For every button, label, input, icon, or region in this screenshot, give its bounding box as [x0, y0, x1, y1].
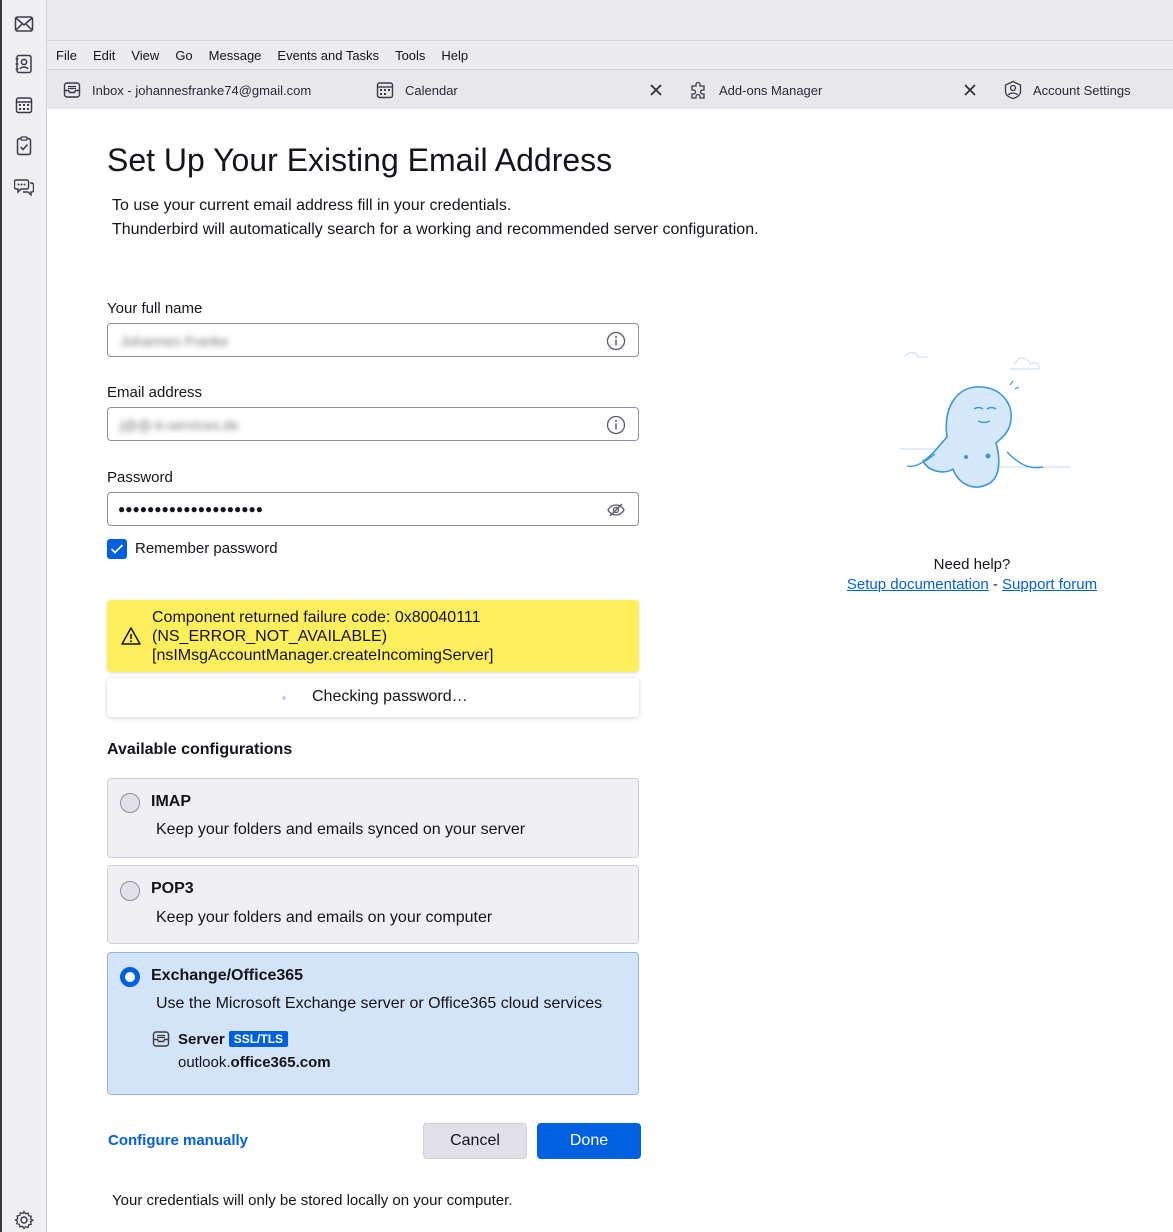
support-forum-link[interactable]: Support forum: [1002, 576, 1097, 593]
password-label: Password: [107, 469, 173, 486]
server-host: outlook.office365.com: [178, 1054, 331, 1071]
tab-add-ons-manager[interactable]: Add-ons Manager: [689, 70, 822, 110]
imap-radio[interactable]: [120, 793, 140, 813]
tab-calendar-label: Calendar: [405, 82, 458, 98]
email-input[interactable]: j@@-k-services.de: [107, 407, 639, 441]
server-host-domain: office365.com: [230, 1054, 331, 1071]
intro-line-2: Thunderbird will automatically search fo…: [112, 221, 759, 238]
password-input[interactable]: ●●●●●●●●●●●●●●●●●●●●: [107, 492, 639, 526]
info-icon[interactable]: [606, 331, 626, 351]
eye-slash-icon[interactable]: [606, 500, 626, 520]
exchange-name: Exchange/Office365: [151, 967, 304, 984]
help-links: Setup documentation - Support forum: [827, 576, 1117, 593]
status-text: Checking password…: [312, 688, 468, 705]
spinner-icon: [282, 696, 286, 700]
ssl-tls-badge: SSL/TLS: [228, 1031, 289, 1047]
menu-bar: File Edit View Go Message Events and Tas…: [47, 41, 1173, 69]
tab-account-settings-label: Account Settings: [1033, 82, 1131, 98]
close-icon[interactable]: [648, 82, 664, 98]
setup-documentation-link[interactable]: Setup documentation: [847, 576, 989, 593]
menu-go[interactable]: Go: [175, 48, 192, 63]
menu-message[interactable]: Message: [209, 48, 262, 63]
configure-manually-link[interactable]: Configure manually: [108, 1132, 248, 1149]
error-line-1: Component returned failure code: 0x80040…: [152, 609, 481, 626]
chat-icon[interactable]: [12, 175, 36, 199]
tab-add-ons-manager-label: Add-ons Manager: [719, 82, 823, 98]
intro-text: To use your current email address fill i…: [112, 194, 759, 242]
config-option-imap[interactable]: IMAP Keep your folders and emails synced…: [107, 778, 639, 858]
account-setup-page: Set Up Your Existing Email Address To us…: [47, 109, 1173, 1232]
tasks-icon[interactable]: [12, 134, 36, 158]
email-value: j@@-k-services.de: [120, 417, 239, 433]
available-configurations-heading: Available configurations: [107, 741, 293, 758]
error-message: Component returned failure code: 0x80040…: [152, 608, 494, 665]
full-name-input[interactable]: Johannes Franke: [107, 323, 639, 357]
info-icon[interactable]: [606, 415, 626, 435]
remember-password-label[interactable]: Remember password: [135, 540, 278, 557]
warning-icon: [121, 626, 141, 646]
pop3-name: POP3: [151, 880, 194, 897]
imap-name: IMAP: [151, 793, 191, 810]
email-label: Email address: [107, 384, 203, 401]
server-row: Server SSL/TLS: [152, 1030, 289, 1048]
tab-bar: Inbox - johannesfranke74@gmail.com Calen…: [47, 69, 1173, 109]
check-icon: [110, 544, 124, 554]
config-option-exchange[interactable]: Exchange/Office365 Use the Microsoft Exc…: [107, 952, 639, 1095]
full-name-value: Johannes Franke: [120, 333, 229, 349]
config-option-pop3[interactable]: POP3 Keep your folders and emails on you…: [107, 865, 639, 944]
menu-view[interactable]: View: [131, 48, 159, 63]
error-line-2: (NS_ERROR_NOT_AVAILABLE): [152, 628, 388, 645]
server-host-prefix: outlook.: [178, 1054, 231, 1071]
imap-description: Keep your folders and emails synced on y…: [156, 821, 526, 838]
pop3-radio[interactable]: [120, 881, 140, 901]
tab-inbox[interactable]: Inbox - johannesfranke74@gmail.com: [62, 70, 311, 110]
pop3-description: Keep your folders and emails on your com…: [156, 909, 493, 926]
account-icon: [1003, 80, 1023, 100]
error-line-3: [nsIMsgAccountManager.createIncomingServ…: [152, 647, 494, 664]
error-notification: Component returned failure code: 0x80040…: [107, 600, 639, 672]
title-bar: [47, 0, 1173, 41]
exchange-description: Use the Microsoft Exchange server or Off…: [156, 995, 603, 1012]
menu-tools[interactable]: Tools: [395, 48, 425, 63]
full-name-label: Your full name: [107, 300, 203, 317]
inbox-icon: [62, 80, 82, 100]
close-icon[interactable]: [962, 82, 978, 98]
exchange-radio[interactable]: [120, 967, 140, 987]
need-help-heading: Need help?: [933, 556, 1011, 573]
spaces-toolbar: [0, 0, 47, 1232]
credentials-note: Your credentials will only be stored loc…: [112, 1192, 513, 1209]
done-button[interactable]: Done: [537, 1123, 641, 1159]
help-link-separator: -: [992, 576, 998, 593]
mail-icon[interactable]: [12, 12, 36, 36]
window-edge: [0, 0, 2, 1232]
help-illustration: [875, 339, 1075, 519]
server-label: Server: [178, 1030, 225, 1048]
menu-edit[interactable]: Edit: [93, 48, 115, 63]
page-title: Set Up Your Existing Email Address: [107, 142, 613, 178]
calendar-icon: [375, 80, 395, 100]
settings-icon[interactable]: [12, 1208, 36, 1232]
address-book-icon[interactable]: [12, 52, 36, 76]
tab-calendar[interactable]: Calendar: [375, 70, 458, 110]
menu-help[interactable]: Help: [441, 48, 468, 63]
cancel-button[interactable]: Cancel: [423, 1123, 527, 1159]
intro-line-1: To use your current email address fill i…: [112, 197, 512, 214]
menu-file[interactable]: File: [56, 48, 77, 63]
tab-inbox-label: Inbox - johannesfranke74@gmail.com: [92, 82, 312, 98]
puzzle-icon: [689, 80, 709, 100]
tab-account-settings[interactable]: Account Settings: [1003, 70, 1131, 110]
password-value: ●●●●●●●●●●●●●●●●●●●●: [118, 502, 263, 516]
menu-events-and-tasks[interactable]: Events and Tasks: [277, 48, 379, 63]
server-icon: [152, 1030, 170, 1048]
status-notification: Checking password…: [107, 678, 639, 717]
remember-password-checkbox[interactable]: [107, 539, 127, 559]
calendar-icon[interactable]: [12, 93, 36, 117]
